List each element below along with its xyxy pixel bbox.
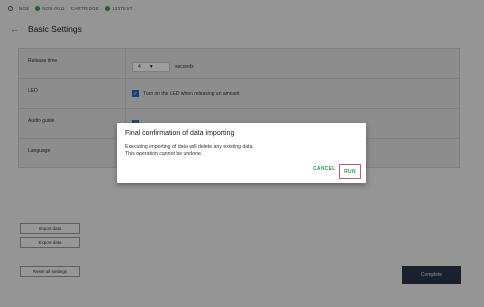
- dialog-message: Executing importing of data will delete …: [125, 144, 254, 157]
- dialog-line: This operation cannot be undone.: [125, 150, 203, 157]
- dialog-line: Executing importing of data will delete …: [125, 144, 254, 150]
- confirm-dialog: Final confirmation of data importing Exe…: [117, 123, 366, 183]
- run-button[interactable]: RUN: [339, 164, 361, 179]
- dialog-title: Final confirmation of data importing: [125, 130, 235, 137]
- cancel-button[interactable]: CANCEL: [313, 166, 336, 172]
